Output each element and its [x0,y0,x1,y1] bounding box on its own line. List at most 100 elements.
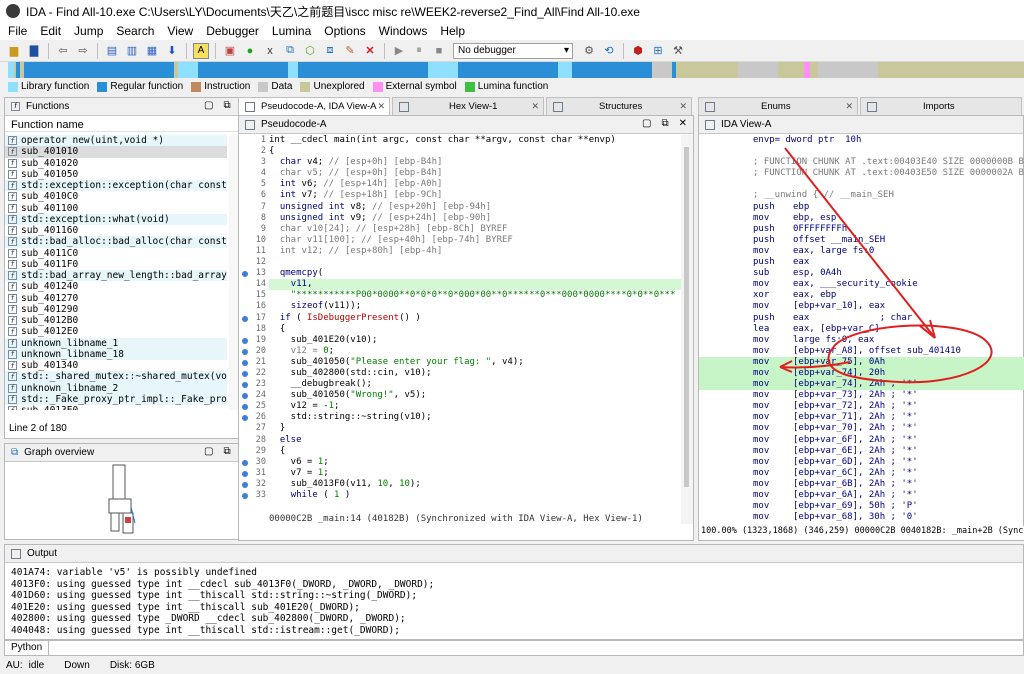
disassembly-line[interactable]: sub esp, 0A4h [699,268,1024,279]
breakpoint-dot-icon[interactable] [242,481,248,488]
code-line[interactable]: char v5; // [esp+0h] [ebp-B4h] [269,168,681,179]
breakpoint-dot-icon[interactable] [242,370,248,377]
code-line[interactable]: { [269,146,681,157]
function-list-item[interactable]: f sub_401100 [5,203,227,214]
code-line[interactable]: sub_4013F0(v11, 10, 10); [269,479,681,490]
code-line[interactable]: unsigned int v9; // [esp+24h] [ebp-90h] [269,213,681,224]
disassembly-line[interactable]: mov [ebp+var_6F], 2Ah ; '*' [699,435,1024,446]
menu-file[interactable]: File [8,24,27,38]
disassembly-line[interactable]: mov [ebp+var_75], 0Ah [699,356,1024,368]
pseudocode-text[interactable]: int __cdecl main(int argc, const char **… [269,135,681,524]
code-line[interactable]: { [269,324,681,335]
hex-view-icon[interactable]: ▦ [144,43,160,59]
float-icon[interactable]: ⧉ [223,446,230,457]
disassembly-line[interactable]: mov [ebp+var_6A], 2Ah ; '*' [699,490,1024,501]
menu-view[interactable]: View [167,24,193,38]
disassembly-line[interactable]: mov [ebp+var_6C], 2Ah ; '*' [699,468,1024,479]
breakpoint-dot-icon[interactable] [242,271,248,278]
function-list-item[interactable]: f std::_shared_mutex::~shared_mutex(void) [5,371,227,383]
play-icon[interactable]: ▶ [391,43,407,59]
code-line[interactable]: char v11[100]; // [esp+40h] [ebp-74h] BY… [269,235,681,246]
stop-icon[interactable]: ■ [431,43,447,59]
disassembly-line[interactable]: push eax ; char [699,313,1024,324]
function-list-item[interactable]: f std::bad_alloc::bad_alloc(char const * … [5,236,227,248]
disassembly-line[interactable]: ; FUNCTION CHUNK AT .text:00403E40 SIZE … [699,157,1024,168]
disassembly-line[interactable]: mov [ebp+var_74], 2Ah ; '*' [699,379,1024,391]
tab-enums[interactable]: Enums ✕ [698,97,858,115]
close-icon[interactable]: ✕ [845,101,853,112]
tools-icon[interactable]: ⚒ [670,43,686,59]
down-arrow-icon[interactable]: ⬇ [164,43,180,59]
function-list-item[interactable]: f sub_4011F0 [5,259,227,270]
function-list-item[interactable]: f std::_Fake_proxy_ptr_impl::_Fake_proxy_… [5,393,227,405]
structure-icon[interactable]: ⊞ [650,43,666,59]
pause-icon[interactable]: ⏸ [411,43,427,59]
disassembly-line[interactable] [699,146,1024,157]
function-list-item[interactable]: f sub_401160 [5,225,227,236]
sync-icon[interactable]: ⟲ [601,43,617,59]
forward-arrow-icon[interactable]: ⇨ [75,43,91,59]
code-line[interactable]: if ( IsDebuggerPresent() ) [269,313,681,324]
function-list-item[interactable]: f sub_401270 [5,293,227,304]
tab-hex-view[interactable]: Hex View-1 ✕ [392,97,544,115]
breakpoint-dot-icon[interactable] [242,393,248,400]
debugger-select[interactable]: No debugger [453,42,573,59]
open-file-icon[interactable]: ▆ [6,43,22,59]
disassembly-line[interactable]: mov [ebp+var_6B], 2Ah ; '*' [699,479,1024,490]
navigation-band[interactable] [8,62,1024,78]
function-list-item[interactable]: f std::exception::exception(char const * … [5,180,227,192]
function-list-item[interactable]: f sub_401010 [5,146,227,158]
code-line[interactable]: v12 = -1; [269,401,681,412]
close-icon[interactable]: ✕ [531,101,539,112]
breakpoint-dot-icon[interactable] [242,470,248,477]
breakpoint-dot-icon[interactable] [242,348,248,355]
menu-edit[interactable]: Edit [40,24,61,38]
function-list-item[interactable]: f sub_4012E0 [5,326,227,337]
tab-imports[interactable]: Imports [860,97,1022,115]
disassembly-line[interactable]: xor eax, ebp [699,290,1024,301]
tab-pseudocode-a[interactable]: Pseudocode-A, IDA View-A ✕ [238,97,390,115]
disassembly-line[interactable]: push offset __main_SEH [699,235,1024,246]
function-list-item[interactable]: f unknown_libname_2 [5,382,227,394]
disassembly-text[interactable]: envp= dword ptr 10h ; FUNCTION CHUNK AT .… [699,135,1024,525]
disassembly-line[interactable]: mov [ebp+var_69], 50h ; 'P' [699,501,1024,512]
graph-overview-canvas[interactable] [5,463,255,539]
disassembly-line[interactable]: mov eax, large fs:0 [699,246,1024,257]
code-line[interactable]: v11, [269,279,681,291]
binary-view-icon[interactable]: ▥ [124,43,140,59]
disassembly-line[interactable]: mov [ebp+var_73], 2Ah ; '*' [699,390,1024,401]
function-list-item[interactable]: f sub_4010C0 [5,191,227,202]
breakpoint-icon[interactable]: ⬢ [630,43,646,59]
breakpoint-dot-icon[interactable] [242,459,248,466]
debugger-options-icon[interactable]: ⚙ [581,43,597,59]
code-line[interactable]: v12 = 0; [269,346,681,357]
close-icon[interactable]: ✕ [679,101,687,112]
xref-icon[interactable]: ⧈ [322,43,338,59]
python-input[interactable] [49,641,1023,655]
disassembly-line[interactable]: push eax [699,257,1024,268]
function-list-item[interactable]: f sub_401020 [5,158,227,169]
disassembly-line[interactable]: mov [ebp+var_A8], offset sub_401410 [699,346,1024,357]
disassembly-line[interactable]: envp= dword ptr 10h [699,135,1024,146]
disassembly-line[interactable]: mov [ebp+var_74], 20h [699,367,1024,380]
disassembly-line[interactable]: ; __unwind { // __main_SEH [699,190,1024,201]
disassembly-line[interactable]: mov eax, ___security_cookie [699,279,1024,290]
code-line[interactable]: int __cdecl main(int argc, const char **… [269,135,681,146]
restore-icon[interactable]: ▢ [204,100,213,111]
disassembly-line[interactable]: mov large fs:0, eax [699,335,1024,346]
code-line[interactable]: sizeof(v11)); [269,301,681,312]
menu-lumina[interactable]: Lumina [272,24,311,38]
close-icon[interactable]: ✕ [679,118,687,129]
green-circle-icon[interactable]: ● [242,43,258,59]
function-list-item[interactable]: f sub_401290 [5,304,227,315]
function-list-item[interactable]: f sub_4013E0 [5,405,227,410]
code-view-icon[interactable]: ▤ [104,43,120,59]
close-red-x-icon[interactable]: ✕ [362,43,378,59]
function-list-item[interactable]: f sub_401050 [5,169,227,180]
function-list-item[interactable]: f operator new(uint,void *) [5,135,227,147]
breakpoint-dot-icon[interactable] [242,359,248,366]
code-line[interactable]: sub_401E20(v10); [269,335,681,346]
restore-icon[interactable]: ▢ [204,446,213,457]
code-line[interactable]: } [269,423,681,434]
python-button[interactable]: Python [5,641,50,655]
